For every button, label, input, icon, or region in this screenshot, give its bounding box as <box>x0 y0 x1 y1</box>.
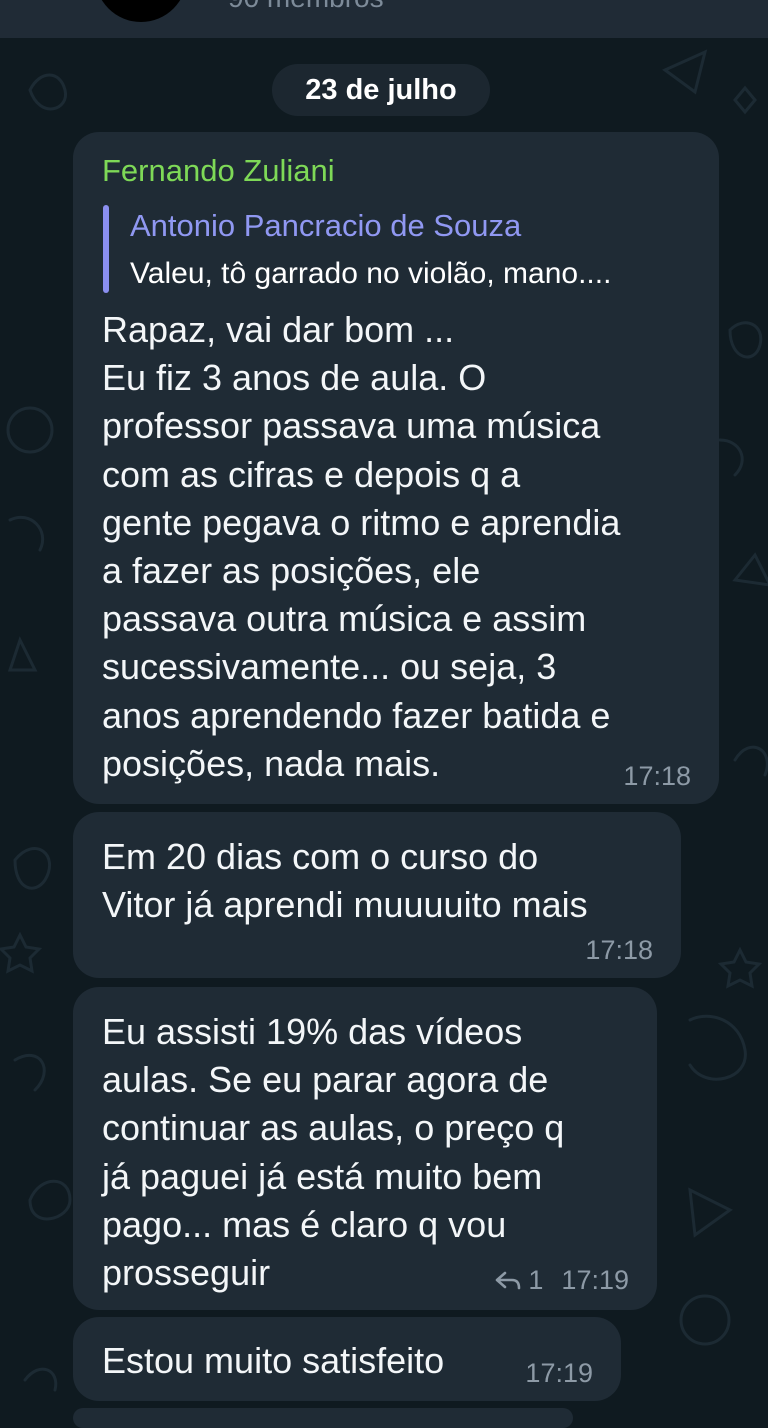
reply-snippet: Valeu, tô garrado no violão, mano.... <box>130 257 612 290</box>
message-bubble[interactable]: Eu assisti 19% das vídeos aulas. Se eu p… <box>73 987 657 1310</box>
date-separator: 23 de julho <box>272 64 490 116</box>
message-bubble[interactable]: Em 20 dias com o curso do Vitor já apren… <box>73 812 681 978</box>
reply-arrow-icon[interactable] <box>494 1269 522 1291</box>
message-time: 17:18 <box>585 935 653 965</box>
message-bubble[interactable]: Estou muito satisfeito 17:19 <box>73 1317 621 1401</box>
chat-header[interactable]: 90 membros <box>0 0 768 38</box>
reply-count[interactable]: 1 <box>528 1264 543 1296</box>
group-avatar[interactable] <box>95 0 187 22</box>
message-bubble[interactable]: Fernando Zuliani Antonio Pancracio de So… <box>73 132 719 804</box>
member-count: 90 membros <box>228 0 384 18</box>
message-time: 17:19 <box>561 1265 629 1295</box>
message-bubble-partial[interactable] <box>73 1408 573 1428</box>
sender-name[interactable]: Fernando Zuliani <box>102 151 335 191</box>
reply-accent-bar <box>103 205 109 293</box>
message-time: 17:19 <box>525 1358 593 1388</box>
message-text: Eu assisti 19% das vídeos aulas. Se eu p… <box>102 1011 565 1294</box>
reply-quote[interactable]: Antonio Pancracio de Souza Valeu, tô gar… <box>103 205 693 297</box>
message-text: Em 20 dias com o curso do Vitor já apren… <box>102 836 588 926</box>
message-text: Estou muito satisfeito <box>102 1340 445 1381</box>
reply-author: Antonio Pancracio de Souza <box>130 208 522 243</box>
message-text: Rapaz, vai dar bom ... Eu fiz 3 anos de … <box>102 309 621 784</box>
message-time: 17:18 <box>623 761 691 791</box>
message-meta: 1 17:19 <box>494 1264 629 1296</box>
